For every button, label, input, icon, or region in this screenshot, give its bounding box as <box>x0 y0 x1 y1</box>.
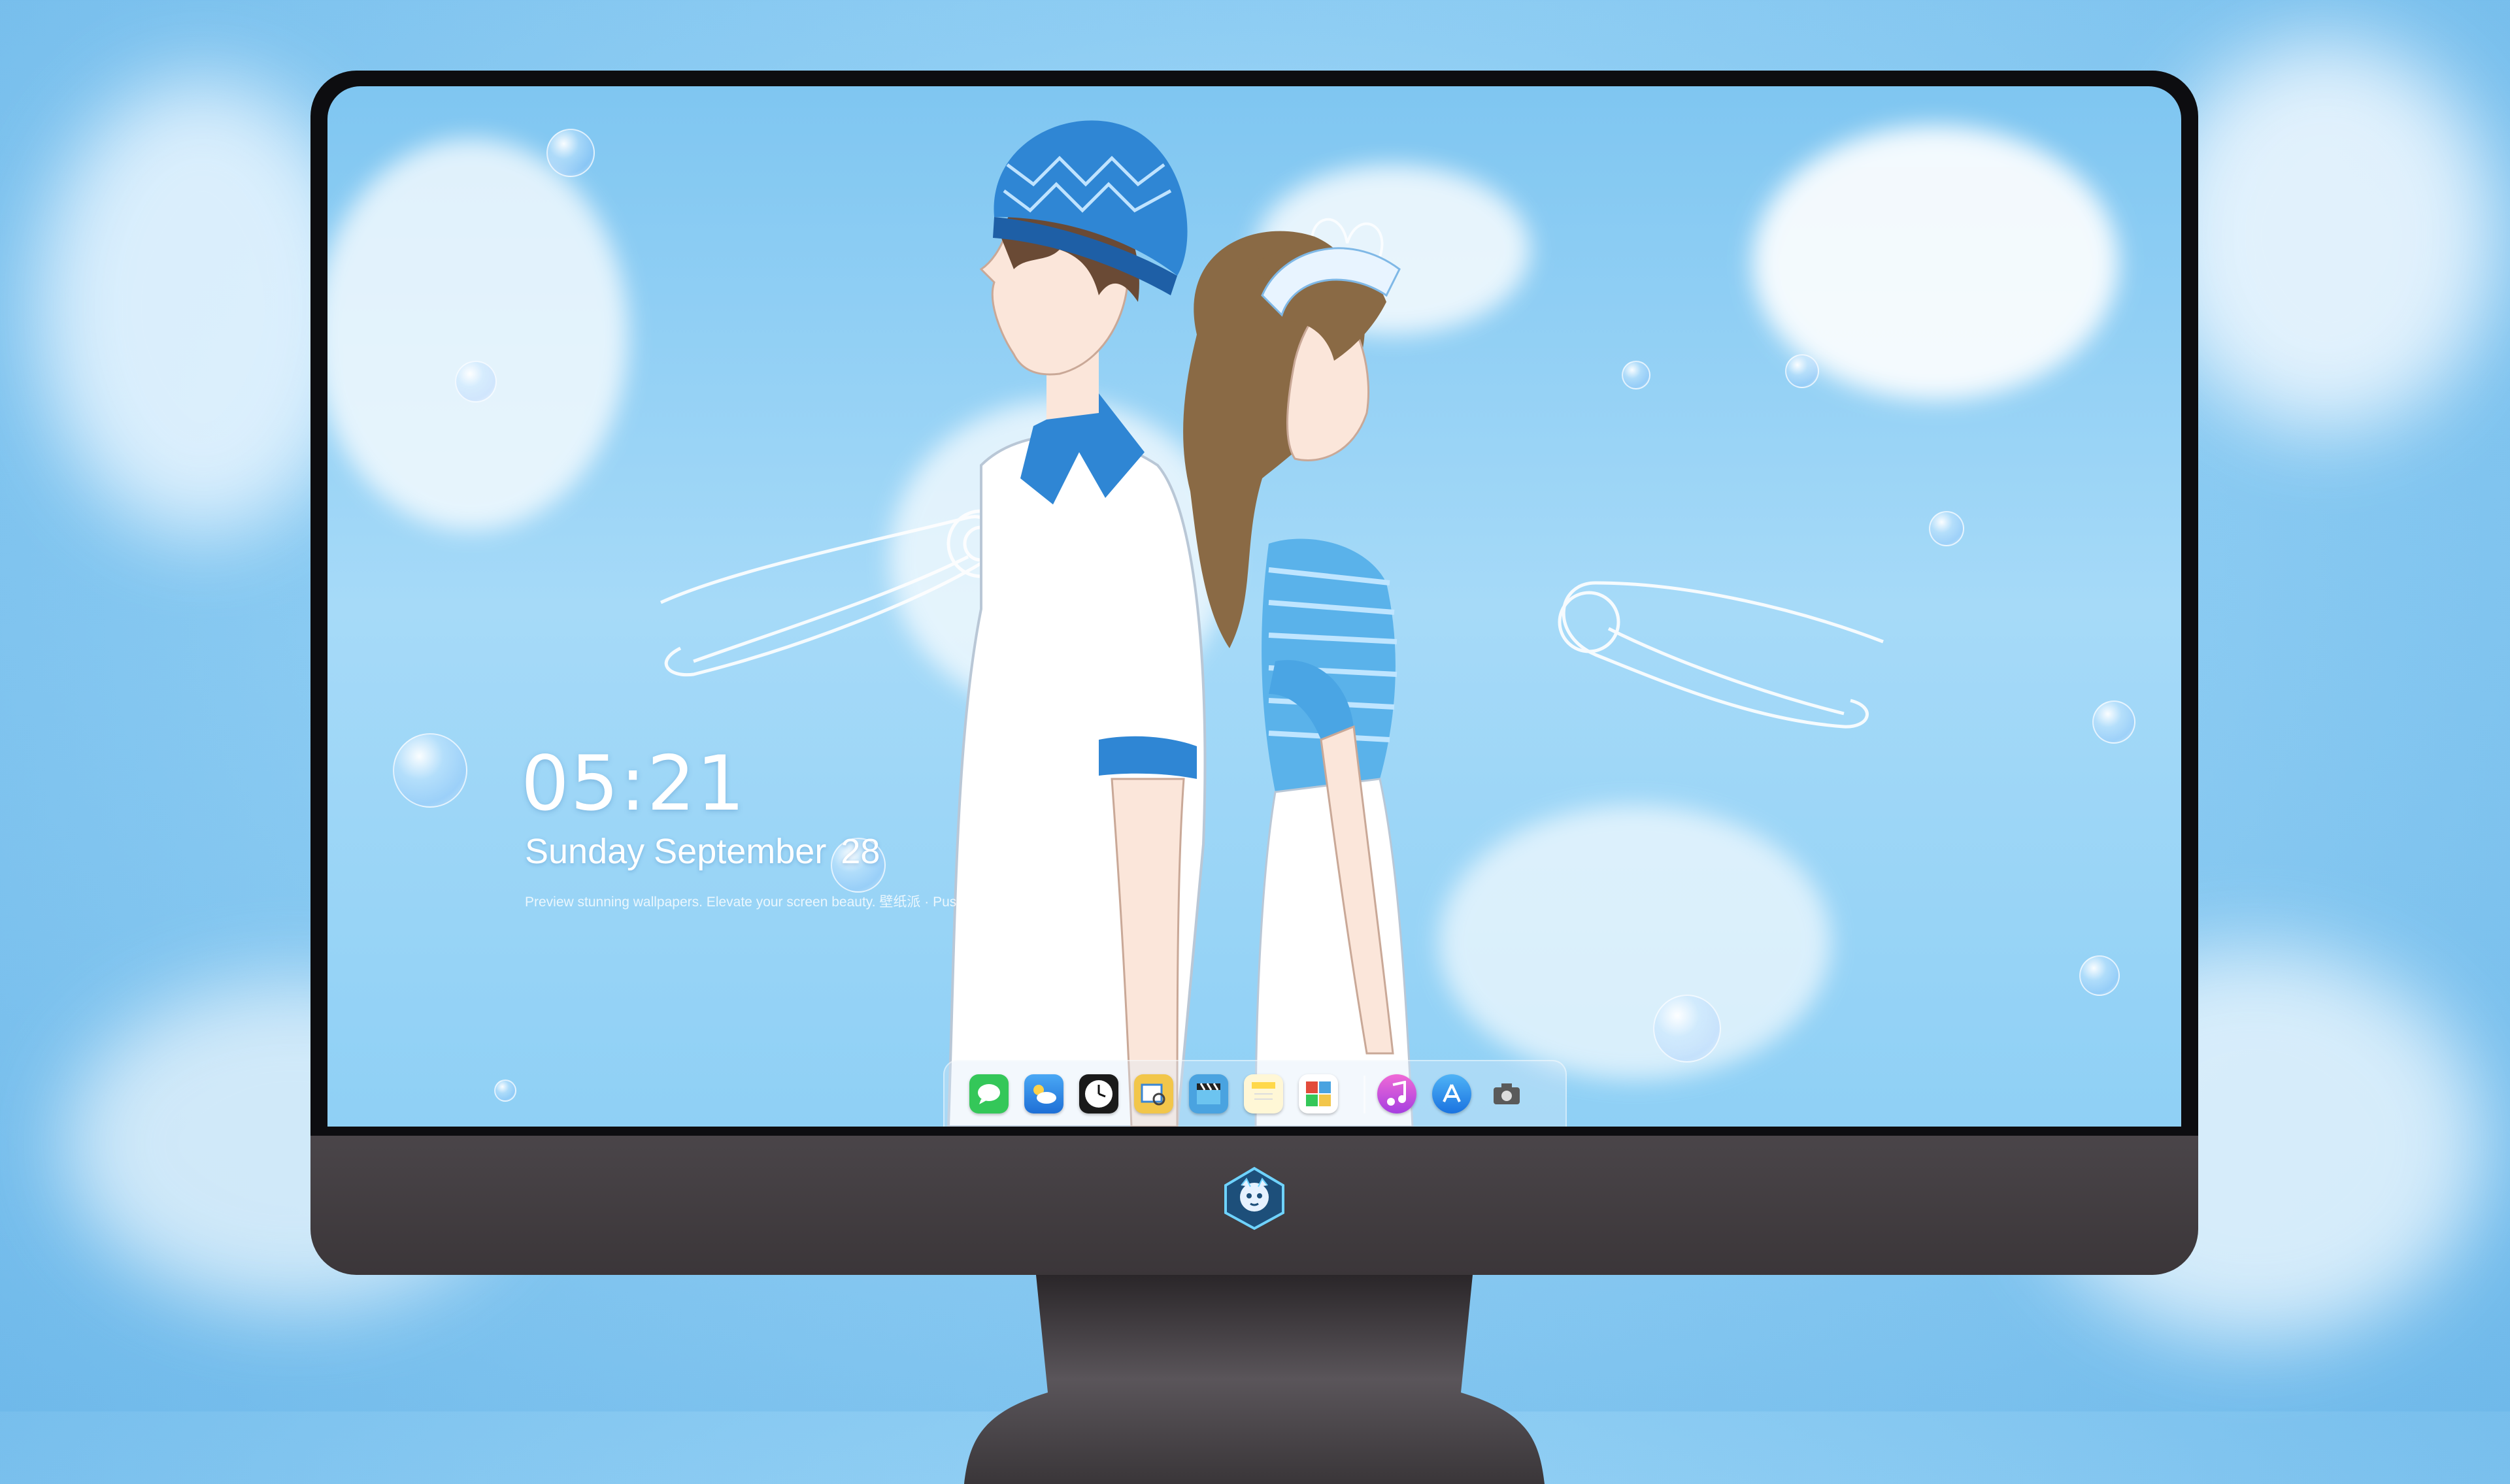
camera-icon[interactable] <box>1487 1074 1526 1113</box>
notes-icon[interactable] <box>1244 1074 1283 1113</box>
monitor-chin <box>310 1136 2198 1275</box>
bubble <box>1622 361 1650 389</box>
bubble <box>1929 511 1964 546</box>
bubble <box>2092 701 2135 744</box>
wallpaper-illustration <box>660 120 1884 1127</box>
weather-icon[interactable] <box>1024 1074 1063 1113</box>
bubble <box>494 1080 516 1102</box>
lock-screen: 05:21 Sunday September 28 Preview stunning… <box>327 86 2181 1127</box>
app-store-icon[interactable] <box>1432 1074 1471 1113</box>
lock-screen-time: 05:21 <box>521 740 746 828</box>
bubble <box>1653 995 1721 1063</box>
monitor-stand <box>964 1275 1545 1484</box>
date-month: September <box>654 832 827 871</box>
music-note-icon[interactable] <box>1377 1074 1416 1113</box>
bubble <box>455 361 497 403</box>
message-bubble-icon[interactable] <box>969 1074 1009 1113</box>
photo-booth-icon[interactable] <box>1299 1074 1338 1113</box>
lock-screen-date: Sunday September 28 <box>525 831 889 872</box>
monitor: 05:21 Sunday September 28 Preview stunning… <box>310 71 2198 1484</box>
mascot-logo-icon <box>1222 1166 1287 1231</box>
clock-icon[interactable] <box>1079 1074 1118 1113</box>
dock-separator <box>1364 1076 1365 1113</box>
date-weekday: Sunday <box>525 832 645 871</box>
dock <box>943 1060 1567 1127</box>
clapper-icon[interactable] <box>1189 1074 1228 1113</box>
bubble <box>2079 955 2120 996</box>
bubble <box>546 129 595 177</box>
bubble <box>393 733 467 808</box>
bubble <box>1785 354 1819 388</box>
background-cloud <box>2157 39 2497 431</box>
wallpaper-caption: Preview stunning wallpapers. Elevate you… <box>525 895 982 910</box>
preview-icon[interactable] <box>1134 1074 1173 1113</box>
monitor-bezel: 05:21 Sunday September 28 Preview stunning… <box>310 71 2198 1136</box>
date-day: 28 <box>841 832 880 871</box>
